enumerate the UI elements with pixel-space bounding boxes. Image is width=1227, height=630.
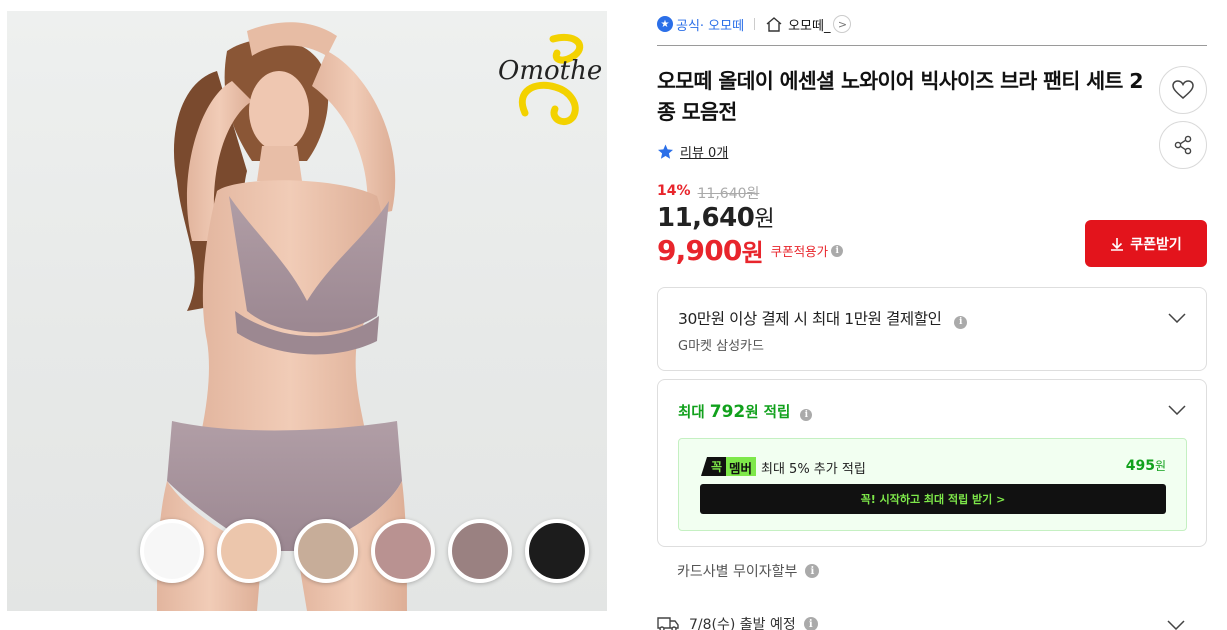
swatch-black[interactable] xyxy=(525,519,589,583)
card-benefit-panel[interactable]: 30만원 이상 결제 시 최대 1만원 결제할인 i G마켓 삼성카드 xyxy=(657,287,1207,371)
store-link[interactable]: 오모떼_ xyxy=(788,15,830,34)
start-membership-button[interactable]: 꼭! 시작하고 최대 적립 받기 > xyxy=(700,484,1166,514)
heart-icon xyxy=(1172,80,1194,99)
wishlist-button[interactable] xyxy=(1159,66,1207,114)
card-benefit-sub: G마켓 삼성카드 xyxy=(678,339,764,354)
divider xyxy=(657,45,1207,46)
swatch-taupe[interactable] xyxy=(294,519,358,583)
sale-price: 11,640원 xyxy=(657,201,775,233)
member-badge-b: 멤버 xyxy=(726,457,757,476)
info-icon[interactable]: i xyxy=(805,564,820,578)
svg-text:Omothe: Omothe xyxy=(498,56,602,86)
swatch-beige[interactable] xyxy=(217,519,281,583)
brand-logo: Omothe xyxy=(495,31,605,126)
price-value: 11,640 xyxy=(657,203,755,233)
member-amount-unit: 원 xyxy=(1154,459,1166,473)
member-benefit-box: 꼭 멤버 최대 5% 추가 적립 495원 꼭! 시작하고 최대 적립 받기 > xyxy=(678,438,1187,531)
review-summary[interactable]: 리뷰 0개 xyxy=(657,142,728,161)
points-headline: 최대 792원 적립 i xyxy=(678,401,813,422)
official-shield-icon: ★ xyxy=(657,16,673,32)
member-benefit-text: 최대 5% 추가 적립 xyxy=(761,462,866,477)
star-icon xyxy=(658,144,673,159)
info-icon[interactable]: i xyxy=(803,617,818,630)
product-info-panel: ★ 공식 · 오모떼 오모떼_ > 오모떼 올데이 에센셜 노와이어 빅사이즈 … xyxy=(657,0,1207,630)
coupon-price-value: 9,900 xyxy=(657,234,742,267)
points-suffix: 원 적립 xyxy=(745,405,791,421)
price-unit: 원 xyxy=(754,207,775,232)
swatch-white[interactable] xyxy=(140,519,204,583)
official-store[interactable]: · 오모떼 xyxy=(700,15,744,34)
share-icon xyxy=(1174,135,1192,155)
coupon-price-unit: 원 xyxy=(741,239,764,267)
download-icon xyxy=(1111,237,1124,251)
breadcrumb: ★ 공식 · 오모떼 오모떼_ > xyxy=(657,12,852,36)
discount-percent: 14% xyxy=(657,183,691,199)
home-icon xyxy=(766,17,782,32)
original-price: 11,640원 xyxy=(697,186,760,202)
discount-row: 14% 11,640원 xyxy=(657,183,759,203)
member-amount-value: 495 xyxy=(1125,458,1155,474)
product-title: 오모떼 올데이 에센셜 노와이어 빅사이즈 브라 팬티 세트 2종 모음전 xyxy=(657,69,1144,124)
get-coupon-button[interactable]: 쿠폰받기 xyxy=(1085,220,1207,267)
chevron-down-icon[interactable] xyxy=(1167,620,1185,630)
points-panel: 최대 792원 적립 i 꼭 멤버 최대 5% 추가 적립 495원 꼭! 시작… xyxy=(657,379,1207,547)
installment-label: 카드사별 무이자할부 xyxy=(677,564,798,580)
member-badge: 꼭 멤버 xyxy=(701,457,757,476)
chevron-down-icon[interactable] xyxy=(1168,313,1186,323)
color-swatches xyxy=(140,519,589,583)
info-icon[interactable]: i xyxy=(953,315,967,329)
truck-icon xyxy=(657,617,679,630)
installment-row[interactable]: 카드사별 무이자할부 i xyxy=(677,561,820,581)
points-prefix: 최대 xyxy=(678,405,710,421)
coupon-price-label: 쿠폰적용가 xyxy=(770,244,829,259)
card-benefit-headline: 30만원 이상 결제 시 최대 1만원 결제할인 i xyxy=(678,307,967,329)
info-icon[interactable]: i xyxy=(831,244,844,257)
shipping-label: 7/8(수) 출발 예정 xyxy=(689,617,796,630)
swatch-rose[interactable] xyxy=(371,519,435,583)
review-count[interactable]: 리뷰 0개 xyxy=(680,142,728,161)
product-image[interactable]: Omothe xyxy=(7,11,607,611)
coupon-price: 9,900 원 쿠폰적용가 i xyxy=(657,233,844,268)
card-benefit-text: 30만원 이상 결제 시 최대 1만원 결제할인 xyxy=(678,310,942,328)
points-amount: 792 xyxy=(709,402,746,422)
member-benefit-amount: 495원 xyxy=(1126,457,1166,474)
chevron-down-icon[interactable] xyxy=(1168,405,1186,415)
official-label[interactable]: 공식 xyxy=(676,15,700,34)
share-button[interactable] xyxy=(1159,121,1207,169)
divider xyxy=(754,18,756,30)
get-coupon-label: 쿠폰받기 xyxy=(1130,236,1182,253)
member-badge-a: 꼭 xyxy=(701,457,727,476)
chevron-right-icon[interactable]: > xyxy=(833,15,852,33)
info-icon[interactable]: i xyxy=(800,409,813,421)
swatch-mauve[interactable] xyxy=(448,519,512,583)
shipping-row[interactable]: 7/8(수) 출발 예정 i xyxy=(657,614,1185,630)
